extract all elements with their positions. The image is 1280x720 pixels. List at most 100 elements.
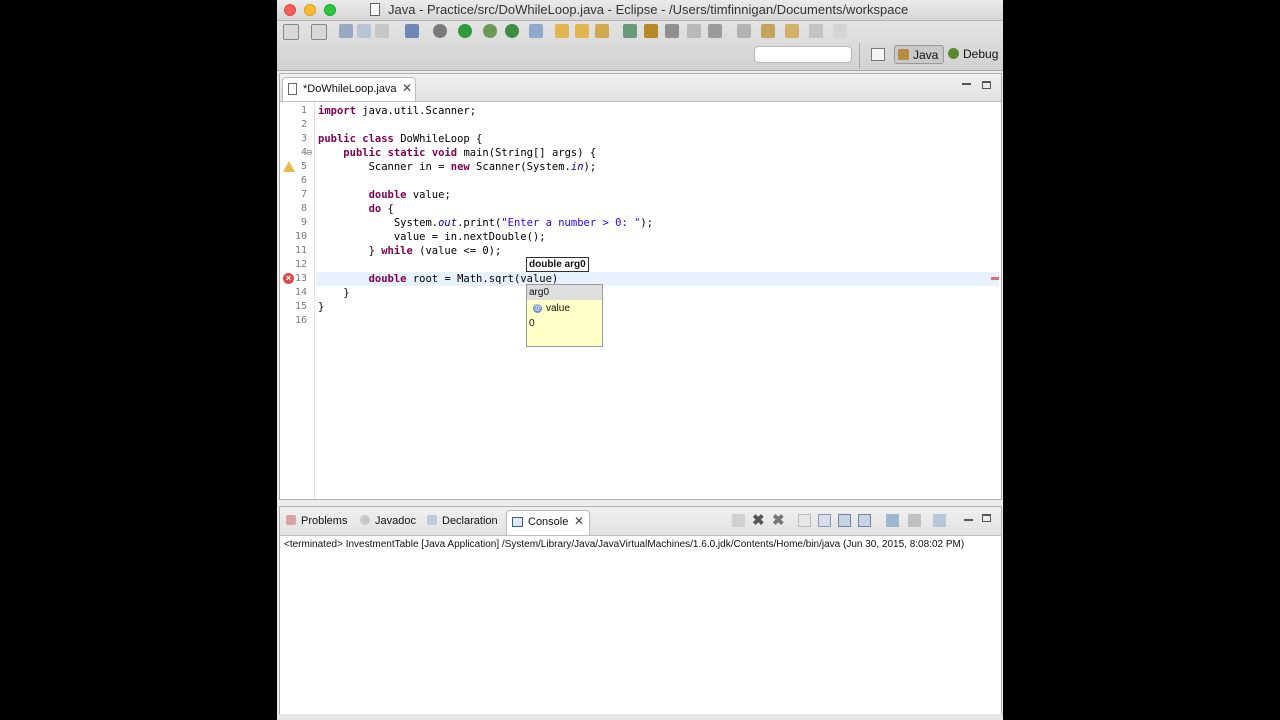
line-number: 14 xyxy=(294,287,307,298)
line-number: 5 xyxy=(300,161,307,172)
quick-access-input[interactable] xyxy=(754,46,852,63)
line-number: 10 xyxy=(294,231,307,242)
editor-tab-bar: *DoWhileLoop.java ✕ xyxy=(280,74,1001,102)
close-window-button[interactable] xyxy=(284,4,296,16)
new-package-icon[interactable] xyxy=(311,24,327,40)
highlight-icon[interactable] xyxy=(644,24,658,38)
editor-tab-dowhileloop[interactable]: *DoWhileLoop.java ✕ xyxy=(282,77,416,101)
assist-item[interactable]: 0 xyxy=(529,316,535,331)
code-area[interactable]: import java.util.Scanner; public class D… xyxy=(316,102,999,499)
toggle-mark-occurrences-icon[interactable] xyxy=(623,24,637,38)
pin-console-icon[interactable] xyxy=(886,514,899,527)
external-tools-icon[interactable] xyxy=(505,24,519,38)
show-on-stdout-icon[interactable] xyxy=(838,514,851,527)
assist-item-label: 0 xyxy=(529,318,535,329)
code-line: Scanner in = new Scanner(System.in); xyxy=(318,161,597,173)
line-number: 8 xyxy=(300,203,307,214)
bug-icon xyxy=(948,48,959,59)
view-tab-bar: Problems Javadoc Declaration Console ✕ ✖… xyxy=(280,507,1001,536)
last-edit-location-icon[interactable] xyxy=(785,24,799,38)
eclipse-window: Java - Practice/src/DoWhileLoop.java - E… xyxy=(277,0,1003,720)
document-icon xyxy=(370,3,380,16)
save-all-icon[interactable] xyxy=(357,24,371,38)
status-bar xyxy=(277,714,1003,720)
toggle-block-icon[interactable] xyxy=(665,24,679,38)
code-line: public static void main(String[] args) { xyxy=(343,147,597,159)
line-number: 1 xyxy=(300,105,307,116)
debug-perspective-button[interactable]: Debug xyxy=(946,45,1002,64)
coverage-icon[interactable] xyxy=(483,24,497,38)
minimize-view-icon[interactable] xyxy=(964,519,973,521)
assist-item-label: value xyxy=(546,303,570,314)
back-icon[interactable] xyxy=(809,24,823,38)
tab-console[interactable]: Console ✕ xyxy=(506,510,590,535)
debug-icon[interactable] xyxy=(433,24,447,38)
code-line: System.out.print("Enter a number > 0: ")… xyxy=(318,217,654,229)
zoom-window-button[interactable] xyxy=(324,4,336,16)
terminate-icon[interactable] xyxy=(732,514,745,527)
show-on-stderr-icon[interactable] xyxy=(858,514,871,527)
line-number: 16 xyxy=(294,315,307,326)
code-line-current: double root = Math.sqrt(value) xyxy=(368,273,559,285)
close-tab-icon[interactable]: ✕ xyxy=(402,81,412,95)
problems-icon xyxy=(286,515,296,525)
content-assist-popup: arg0 @ value 0 xyxy=(526,284,603,347)
assist-item-selected[interactable]: arg0 xyxy=(527,285,602,300)
skip-breakpoints-icon[interactable] xyxy=(405,24,419,38)
debug-perspective-label: Debug xyxy=(963,47,999,61)
parameter-hint-tooltip: double arg0 xyxy=(526,257,589,272)
close-tab-icon[interactable]: ✕ xyxy=(574,514,584,528)
tab-console-label: Console xyxy=(528,516,569,528)
run-icon[interactable] xyxy=(458,24,472,38)
remove-launch-icon[interactable]: ✖ xyxy=(752,513,765,528)
code-editor: *DoWhileLoop.java ✕ 1 2 3 4 ⊖ 5 6 7 8 9 … xyxy=(279,73,1002,500)
line-number: 11 xyxy=(294,245,307,256)
line-number: 3 xyxy=(300,133,307,144)
display-selected-console-icon[interactable] xyxy=(908,514,921,527)
tab-problems[interactable]: Problems xyxy=(286,515,347,527)
fold-toggle-icon[interactable]: ⊖ xyxy=(306,148,313,157)
clear-console-icon[interactable] xyxy=(798,514,811,527)
code-line: import java.util.Scanner; xyxy=(318,105,477,117)
line-number: 4 xyxy=(300,147,307,158)
open-folder-icon[interactable] xyxy=(575,24,589,38)
tab-declaration[interactable]: Declaration xyxy=(427,515,498,527)
scroll-lock-icon[interactable] xyxy=(818,514,831,527)
java-perspective-icon xyxy=(898,49,909,60)
code-line: } xyxy=(318,287,350,299)
overview-ruler-error-marker[interactable] xyxy=(991,277,999,280)
tab-javadoc[interactable]: Javadoc xyxy=(360,515,416,527)
remove-all-terminated-icon[interactable]: ✖ xyxy=(772,513,785,528)
minimize-window-button[interactable] xyxy=(304,4,316,16)
assist-item-label: arg0 xyxy=(529,287,550,298)
open-type-icon[interactable] xyxy=(555,24,569,38)
java-perspective-button[interactable]: Java xyxy=(894,45,944,64)
line-number: 9 xyxy=(300,217,307,228)
line-number: 7 xyxy=(300,189,307,200)
code-line: } xyxy=(318,301,325,313)
declaration-icon xyxy=(427,515,437,525)
console-status-line: <terminated> InvestmentTable [Java Appli… xyxy=(284,539,965,550)
line-number-gutter: 1 2 3 4 ⊖ 5 6 7 8 9 10 11 12 × 13 14 15 … xyxy=(280,102,315,499)
next-annotation-icon[interactable] xyxy=(737,24,751,38)
new-icon[interactable] xyxy=(283,24,299,40)
new-java-class-icon[interactable] xyxy=(529,24,543,38)
maximize-view-icon[interactable] xyxy=(982,514,991,522)
maximize-editor-icon[interactable] xyxy=(982,81,991,89)
minimize-editor-icon[interactable] xyxy=(962,83,971,85)
assist-item[interactable]: @ value xyxy=(533,301,570,316)
word-wrap-icon[interactable] xyxy=(687,24,701,38)
open-perspective-icon[interactable] xyxy=(871,48,885,61)
print-icon[interactable] xyxy=(375,24,389,38)
forward-icon[interactable] xyxy=(833,24,847,38)
search-icon[interactable] xyxy=(595,24,609,38)
show-whitespace-icon[interactable] xyxy=(708,24,722,38)
tab-problems-label: Problems xyxy=(301,515,348,527)
javadoc-icon xyxy=(360,515,370,525)
local-variable-icon: @ xyxy=(533,303,542,313)
editor-tab-label: *DoWhileLoop.java xyxy=(303,83,397,95)
prev-annotation-icon[interactable] xyxy=(761,24,775,38)
java-file-icon xyxy=(288,83,297,95)
save-icon[interactable] xyxy=(339,24,353,38)
open-console-icon[interactable] xyxy=(933,514,946,527)
